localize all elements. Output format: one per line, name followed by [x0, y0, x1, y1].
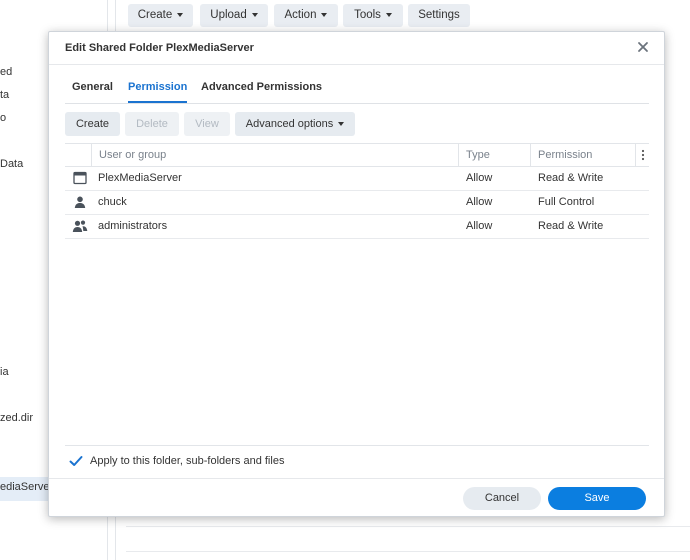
table-row[interactable]: administrators Allow Read & Write [65, 215, 649, 239]
user-name-cell: administrators [98, 220, 168, 232]
type-cell: Allow [466, 196, 493, 208]
save-button[interactable]: Save [548, 487, 646, 510]
footer-divider [49, 478, 664, 479]
advanced-options-button[interactable]: Advanced options [235, 112, 355, 136]
tab-permission[interactable]: Permission [128, 81, 188, 103]
upload-menu-button[interactable]: Upload [200, 4, 268, 27]
app-window-icon [73, 171, 87, 185]
apply-option: Apply to this folder, sub-folders and fi… [65, 445, 649, 479]
create-button[interactable]: Create [65, 112, 120, 136]
sidebar-item[interactable]: ta [0, 89, 9, 101]
table-row[interactable]: PlexMediaServer Allow Read & Write [65, 167, 649, 191]
dialog-tabs: General Permission Advanced Permissions [65, 77, 649, 104]
edit-shared-folder-dialog: Edit Shared Folder PlexMediaServer Gener… [48, 31, 665, 517]
cancel-button[interactable]: Cancel [463, 487, 541, 510]
sidebar-item[interactable]: zed.dir [0, 412, 33, 424]
view-button[interactable]: View [184, 112, 230, 136]
tools-menu-button[interactable]: Tools [343, 4, 403, 27]
user-name-cell: chuck [98, 196, 127, 208]
type-cell: Allow [466, 220, 493, 232]
delete-button[interactable]: Delete [125, 112, 179, 136]
caret-down-icon [385, 12, 392, 17]
dialog-title: Edit Shared Folder PlexMediaServer [65, 42, 254, 54]
permission-cell: Full Control [538, 196, 595, 208]
column-header-type[interactable]: Type [459, 144, 529, 166]
column-header-permission[interactable]: Permission [531, 144, 635, 166]
sidebar-item[interactable]: o [0, 112, 6, 124]
user-name-cell: PlexMediaServer [98, 172, 182, 184]
user-icon [74, 196, 86, 208]
table-row[interactable]: chuck Allow Full Control [65, 191, 649, 215]
caret-down-icon [177, 12, 184, 17]
settings-button[interactable]: Settings [408, 4, 470, 27]
apply-checkbox-label[interactable]: Apply to this folder, sub-folders and fi… [90, 455, 284, 467]
title-divider [49, 64, 664, 65]
caret-down-icon [321, 12, 328, 17]
sidebar-item[interactable]: ed [0, 66, 12, 78]
file-list-row-divider [126, 526, 690, 527]
column-header-user[interactable]: User or group [92, 144, 458, 166]
tab-advanced-permissions[interactable]: Advanced Permissions [201, 81, 322, 101]
action-menu-button[interactable]: Action [274, 4, 338, 27]
caret-down-icon [338, 122, 345, 127]
close-icon[interactable] [635, 39, 651, 55]
create-menu-button[interactable]: Create [128, 4, 193, 27]
file-list-row-divider [126, 551, 690, 552]
permission-cell: Read & Write [538, 172, 604, 184]
sidebar-item[interactable]: ia [0, 366, 9, 378]
permission-cell: Read & Write [538, 220, 604, 232]
column-menu-icon[interactable] [638, 149, 648, 161]
sidebar-item-label: ediaServer [0, 481, 54, 493]
background-toolbar: Create Upload Action Tools Settings [116, 0, 690, 31]
type-cell: Allow [466, 172, 493, 184]
caret-down-icon [251, 12, 258, 17]
group-icon [72, 220, 88, 232]
sidebar-item[interactable]: Data [0, 158, 23, 170]
apply-checkbox[interactable] [68, 453, 84, 469]
tab-general[interactable]: General [72, 81, 113, 101]
grid-header: User or group Type Permission [65, 143, 649, 167]
permission-toolbar: Create Delete View Advanced options [65, 112, 649, 136]
permission-grid: User or group Type Permission PlexMediaS… [65, 143, 649, 445]
